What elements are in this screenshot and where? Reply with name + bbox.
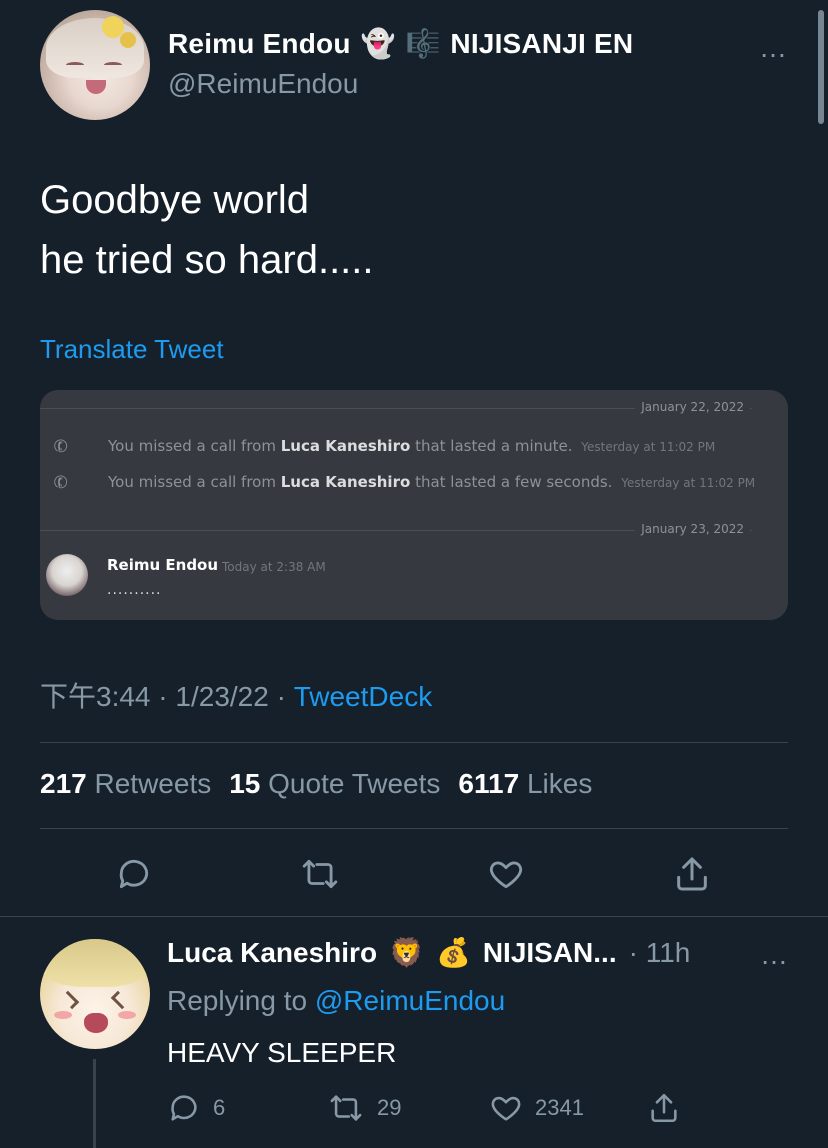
date-divider: January 22, 2022 bbox=[40, 400, 788, 414]
tweet-stats: 217 Retweets 15 Quote Tweets 6117 Likes bbox=[40, 768, 592, 800]
reply-tweet[interactable]: Luca Kaneshiro 🦁 💰 NIJISAN... · 11h … Re… bbox=[0, 917, 828, 1148]
reply-more-options-icon[interactable]: … bbox=[760, 939, 788, 971]
date-label: January 23, 2022 bbox=[635, 522, 750, 536]
call-prefix: You missed a call from bbox=[108, 473, 276, 491]
reply-author-affiliation: NIJISAN... bbox=[482, 937, 617, 968]
meta-separator: · bbox=[158, 681, 168, 712]
tweet-header: Reimu Endou 👻 🎼 NIJISANJI EN @ReimuEndou… bbox=[40, 10, 788, 122]
reply-replies-count: 6 bbox=[213, 1095, 226, 1120]
retweet-icon[interactable] bbox=[298, 852, 342, 896]
likes-stat[interactable]: 6117 Likes bbox=[458, 768, 592, 800]
reply-action-bar: 6 29 2341 bbox=[167, 1091, 788, 1127]
meta-separator: · bbox=[276, 681, 286, 712]
reply-text: HEAVY SLEEPER bbox=[167, 1037, 397, 1068]
call-prefix: You missed a call from bbox=[108, 437, 276, 455]
message-author-avatar bbox=[46, 554, 88, 596]
replying-mention-link[interactable]: @ReimuEndou bbox=[315, 985, 505, 1016]
ghost-emoji-icon: 👻 bbox=[360, 28, 396, 59]
reply-share-button[interactable] bbox=[647, 1091, 681, 1125]
attached-image[interactable]: January 22, 2022 ✆ You missed a call fro… bbox=[40, 390, 788, 620]
translate-tweet-link[interactable]: Translate Tweet bbox=[40, 334, 224, 365]
music-score-emoji-icon: 🎼 bbox=[405, 28, 441, 59]
reply-time[interactable]: · 11h bbox=[629, 937, 691, 969]
tweet-text-line: Goodbye world bbox=[40, 178, 310, 222]
reply-retweet-button[interactable]: 29 bbox=[327, 1091, 401, 1125]
message-text: .......... bbox=[107, 582, 162, 598]
replying-prefix: Replying to bbox=[167, 985, 308, 1016]
retweets-stat[interactable]: 217 Retweets bbox=[40, 768, 211, 800]
call-timestamp: Yesterday at 11:02 PM bbox=[581, 440, 716, 454]
tweet-text: Goodbye world he tried so hard..... bbox=[40, 170, 374, 290]
reply-likes-count: 2341 bbox=[535, 1095, 584, 1120]
tweet-date[interactable]: 1/23/22 bbox=[175, 681, 268, 712]
call-timestamp: Yesterday at 11:02 PM bbox=[621, 476, 756, 490]
missed-call-row: ✆ You missed a call from Luca Kaneshiro … bbox=[40, 471, 788, 495]
tweet-meta: 下午3:44 · 1/23/22 · TweetDeck bbox=[40, 675, 432, 715]
share-icon[interactable] bbox=[670, 852, 714, 896]
reply-icon bbox=[171, 1095, 197, 1121]
tweet-text-line: he tried so hard..... bbox=[40, 238, 374, 282]
date-divider: January 23, 2022 bbox=[40, 522, 788, 536]
reply-retweets-count: 29 bbox=[377, 1095, 402, 1120]
tweet-time[interactable]: 下午3:44 bbox=[40, 681, 151, 712]
more-options-icon[interactable]: … bbox=[759, 32, 788, 64]
author-affiliation: NIJISANJI EN bbox=[450, 28, 634, 59]
reply-like-button[interactable]: 2341 bbox=[489, 1091, 584, 1125]
call-suffix: that lasted a minute. bbox=[415, 437, 573, 455]
scrollbar[interactable] bbox=[818, 10, 824, 124]
reply-author-avatar[interactable] bbox=[40, 939, 150, 1049]
caller-name: Luca Kaneshiro bbox=[280, 473, 411, 491]
author-name[interactable]: Reimu Endou bbox=[168, 28, 351, 60]
heart-icon bbox=[491, 1096, 521, 1121]
lion-emoji-icon: 🦁 bbox=[389, 937, 424, 968]
caller-name: Luca Kaneshiro bbox=[280, 437, 411, 455]
retweet-icon bbox=[330, 1095, 362, 1121]
author-handle[interactable]: @ReimuEndou bbox=[168, 68, 358, 100]
author-name-row[interactable]: Reimu Endou 👻 🎼 NIJISANJI EN bbox=[168, 28, 633, 60]
reply-icon[interactable] bbox=[112, 852, 156, 896]
phone-icon: ✆ bbox=[51, 435, 72, 459]
phone-icon: ✆ bbox=[51, 471, 72, 495]
tweet-source-link[interactable]: TweetDeck bbox=[294, 681, 433, 712]
divider bbox=[40, 742, 788, 743]
money-bag-emoji-icon: 💰 bbox=[435, 937, 471, 968]
divider bbox=[40, 828, 788, 829]
reply-author-name[interactable]: Luca Kaneshiro bbox=[167, 937, 377, 969]
reply-reply-button[interactable]: 6 bbox=[167, 1091, 225, 1125]
heart-icon[interactable] bbox=[484, 852, 528, 896]
share-icon bbox=[651, 1093, 677, 1123]
quote-tweets-stat[interactable]: 15 Quote Tweets bbox=[229, 768, 440, 800]
message-timestamp: Today at 2:38 AM bbox=[222, 560, 326, 574]
replying-to: Replying to @ReimuEndou bbox=[167, 985, 505, 1017]
call-suffix: that lasted a few seconds. bbox=[415, 473, 613, 491]
date-label: January 22, 2022 bbox=[635, 400, 750, 414]
tweet-action-bar bbox=[40, 852, 788, 896]
message-author: Reimu Endou bbox=[107, 556, 219, 574]
missed-call-row: ✆ You missed a call from Luca Kaneshiro … bbox=[40, 435, 788, 459]
author-avatar[interactable] bbox=[40, 10, 150, 120]
thread-line bbox=[93, 1059, 96, 1148]
reply-author-name-row[interactable]: Luca Kaneshiro 🦁 💰 NIJISAN... · 11h bbox=[167, 937, 690, 969]
